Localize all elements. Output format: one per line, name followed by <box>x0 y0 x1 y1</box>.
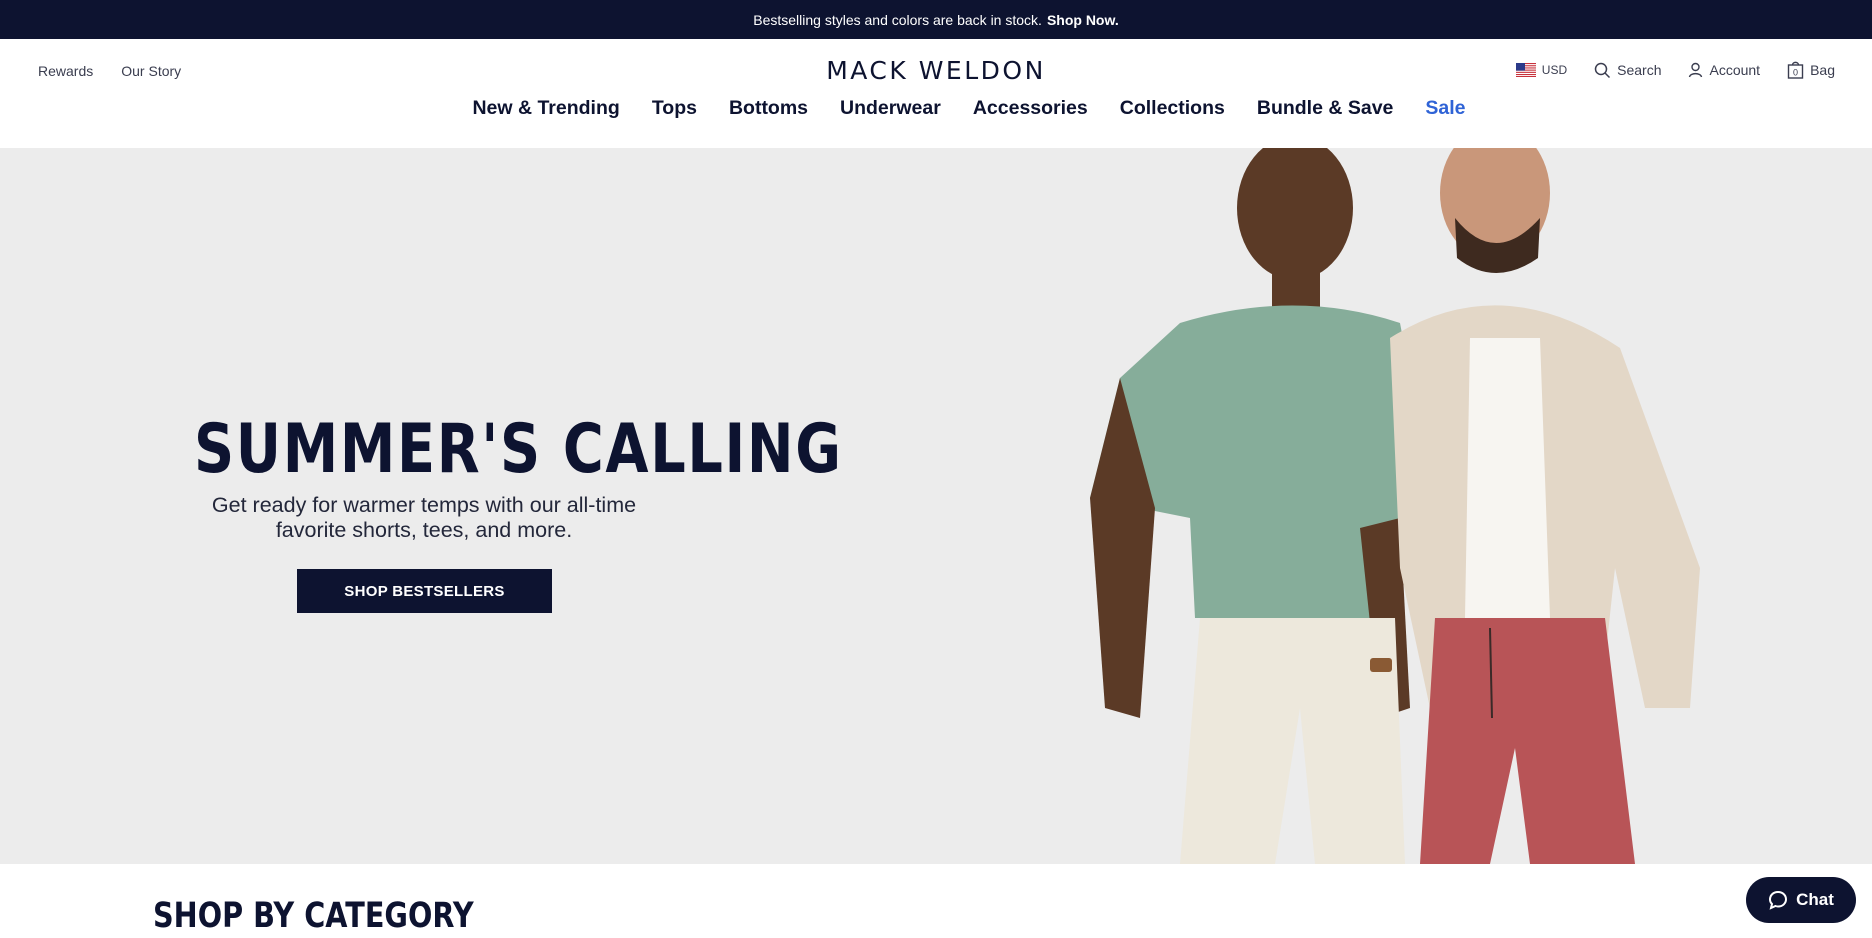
account-button[interactable]: Account <box>1688 62 1760 78</box>
announcement-bar: Bestselling styles and colors are back i… <box>0 0 1872 39</box>
shop-by-category-title: SHOP BY CATEGORY <box>153 896 474 936</box>
search-button[interactable]: Search <box>1594 62 1661 79</box>
shop-bestsellers-button[interactable]: SHOP BESTSELLERS <box>297 569 552 613</box>
bag-count: 0 <box>1793 68 1798 78</box>
bag-icon: 0 <box>1787 61 1804 79</box>
chat-button[interactable]: Chat <box>1746 877 1856 923</box>
nav-item-sale[interactable]: Sale <box>1425 97 1465 120</box>
search-label: Search <box>1617 62 1662 78</box>
nav-item-bottoms[interactable]: Bottoms <box>729 97 808 120</box>
utility-actions: USD Search Account 0 Bag <box>1515 61 1835 79</box>
hero-banner: SUMMER'S CALLING Get ready for warmer te… <box>0 148 1872 864</box>
site-header: Rewards Our Story MACK WELDON USD Search… <box>0 39 1872 148</box>
main-nav: New & Trending Tops Bottoms Underwear Ac… <box>0 97 1872 120</box>
nav-item-tops[interactable]: Tops <box>652 97 697 120</box>
nav-item-underwear[interactable]: Underwear <box>840 97 941 120</box>
us-flag-icon <box>1515 63 1536 77</box>
announcement-shop-now-link[interactable]: Shop Now. <box>1047 12 1119 28</box>
search-icon <box>1594 62 1611 78</box>
bag-label: Bag <box>1810 62 1835 78</box>
chat-label: Chat <box>1796 890 1834 909</box>
nav-item-collections[interactable]: Collections <box>1120 97 1225 120</box>
currency-selector[interactable]: USD <box>1515 63 1568 77</box>
announcement-text: Bestselling styles and colors are back i… <box>753 11 1042 28</box>
account-label: Account <box>1709 62 1761 78</box>
bag-button[interactable]: 0 Bag <box>1787 61 1835 79</box>
right-model-figure <box>1390 148 1700 864</box>
nav-item-new-trending[interactable]: New & Trending <box>472 97 619 120</box>
hero-title: SUMMER'S CALLING <box>194 410 843 489</box>
hero-models-image[interactable] <box>1060 148 1760 864</box>
nav-item-bundle-save[interactable]: Bundle & Save <box>1257 97 1394 120</box>
chat-bubble-icon <box>1769 890 1788 910</box>
left-model-figure <box>1090 148 1435 864</box>
hero-subtitle: Get ready for warmer temps with our all-… <box>211 493 637 542</box>
account-icon <box>1689 62 1703 78</box>
nav-item-accessories[interactable]: Accessories <box>973 97 1088 120</box>
currency-label: USD <box>1541 63 1568 77</box>
